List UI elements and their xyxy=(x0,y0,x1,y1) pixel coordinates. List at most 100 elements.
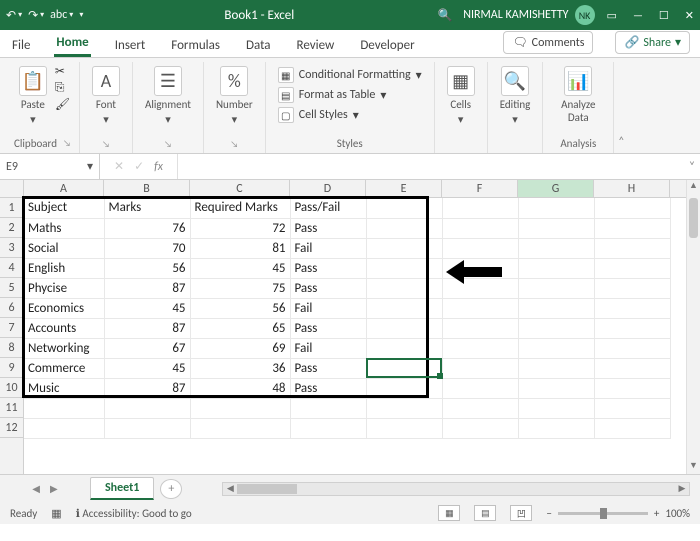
number-button[interactable]: %Number▾ xyxy=(212,64,257,128)
maximize-button[interactable]: ☐ xyxy=(659,9,669,22)
name-box[interactable]: E9▾ xyxy=(0,154,100,179)
cell[interactable] xyxy=(518,278,594,298)
analyze-data-button[interactable]: 📊Analyze Data xyxy=(551,64,605,126)
cell[interactable] xyxy=(594,358,670,378)
cell[interactable]: Accounts xyxy=(24,318,104,338)
cell[interactable] xyxy=(24,418,104,438)
cell[interactable] xyxy=(594,378,670,398)
enter-formula-icon[interactable]: ✓ xyxy=(134,159,144,174)
cell[interactable] xyxy=(518,258,594,278)
paste-button[interactable]: 📋Paste▾ xyxy=(15,64,51,128)
sheet-tab-active[interactable]: Sheet1 xyxy=(90,477,154,500)
cell[interactable] xyxy=(366,278,442,298)
cell[interactable]: Fail xyxy=(290,298,366,318)
cell[interactable]: Marks xyxy=(104,198,190,218)
cell[interactable]: English xyxy=(24,258,104,278)
row-header-2[interactable]: 2 xyxy=(0,218,23,238)
cell[interactable]: 56 xyxy=(104,258,190,278)
cell[interactable]: 56 xyxy=(190,298,290,318)
cell[interactable] xyxy=(442,198,518,218)
col-header-A[interactable]: A xyxy=(24,180,104,197)
cell[interactable]: Pass xyxy=(290,218,366,238)
cell[interactable] xyxy=(190,418,290,438)
sheet-nav[interactable]: ◀▶ xyxy=(0,482,90,495)
collapse-ribbon-icon[interactable]: ˄ xyxy=(614,62,628,153)
cell[interactable]: 48 xyxy=(190,378,290,398)
expand-formula-bar-icon[interactable]: ˅ xyxy=(684,160,700,174)
tab-file[interactable]: File xyxy=(10,38,32,57)
cell[interactable] xyxy=(518,398,594,418)
spreadsheet-grid[interactable]: ABCDEFGH 123456789101112 SubjectMarksReq… xyxy=(0,180,700,502)
cell[interactable] xyxy=(518,198,594,218)
accessibility-status[interactable]: ℹ Accessibility: Good to go xyxy=(76,507,192,520)
cell[interactable]: Pass xyxy=(290,318,366,338)
cell[interactable]: Commerce xyxy=(24,358,104,378)
cell[interactable] xyxy=(518,358,594,378)
cell[interactable]: 87 xyxy=(104,278,190,298)
cell[interactable] xyxy=(366,238,442,258)
share-button[interactable]: 🔗 Share ▾ xyxy=(615,31,690,54)
cell[interactable] xyxy=(594,198,670,218)
row-header-5[interactable]: 5 xyxy=(0,278,23,298)
cell[interactable] xyxy=(518,338,594,358)
col-header-C[interactable]: C xyxy=(190,180,290,197)
cells-button[interactable]: ▦Cells▾ xyxy=(443,64,479,128)
cell[interactable]: Subject xyxy=(24,198,104,218)
cell[interactable]: Phycise xyxy=(24,278,104,298)
cell[interactable] xyxy=(594,218,670,238)
cell[interactable]: 75 xyxy=(190,278,290,298)
col-header-F[interactable]: F xyxy=(442,180,518,197)
format-as-table-button[interactable]: ▤Format as Table ▾ xyxy=(278,86,422,104)
cell[interactable] xyxy=(442,238,518,258)
cell[interactable] xyxy=(442,358,518,378)
cell[interactable]: 45 xyxy=(104,358,190,378)
cell[interactable] xyxy=(594,338,670,358)
cell[interactable] xyxy=(442,338,518,358)
view-normal-button[interactable]: ▦ xyxy=(438,505,460,521)
zoom-out-button[interactable]: − xyxy=(546,507,551,520)
horizontal-scrollbar[interactable]: ◀▶ xyxy=(222,482,690,496)
row-header-11[interactable]: 11 xyxy=(0,398,23,418)
row-header-4[interactable]: 4 xyxy=(0,258,23,278)
cell[interactable] xyxy=(366,338,442,358)
cell[interactable]: 70 xyxy=(104,238,190,258)
cell[interactable] xyxy=(594,318,670,338)
ribbon-options-icon[interactable]: ▭ xyxy=(607,9,617,22)
zoom-in-button[interactable]: + xyxy=(654,507,659,520)
row-header-6[interactable]: 6 xyxy=(0,298,23,318)
tab-home[interactable]: Home xyxy=(54,35,90,57)
number-dialog-icon[interactable]: ↘ xyxy=(230,139,238,150)
cell[interactable] xyxy=(518,238,594,258)
cell[interactable] xyxy=(442,318,518,338)
conditional-formatting-button[interactable]: ▦Conditional Formatting ▾ xyxy=(278,66,422,84)
cell[interactable]: 65 xyxy=(190,318,290,338)
cell[interactable] xyxy=(290,398,366,418)
cell[interactable]: 76 xyxy=(104,218,190,238)
row-header-1[interactable]: 1 xyxy=(0,198,23,218)
cell[interactable] xyxy=(366,298,442,318)
close-button[interactable]: ✕ xyxy=(685,9,694,22)
cut-icon[interactable]: ✂ xyxy=(55,64,70,79)
cell[interactable] xyxy=(594,298,670,318)
fx-icon[interactable]: fx xyxy=(154,160,163,174)
col-header-G[interactable]: G xyxy=(518,180,594,197)
cell[interactable] xyxy=(518,378,594,398)
view-pagebreak-button[interactable]: 凹 xyxy=(510,505,532,521)
zoom-level[interactable]: 100% xyxy=(665,507,690,520)
col-header-D[interactable]: D xyxy=(290,180,366,197)
cell[interactable]: Pass/Fail xyxy=(290,198,366,218)
cell[interactable] xyxy=(442,298,518,318)
cell[interactable]: Required Marks xyxy=(190,198,290,218)
row-header-10[interactable]: 10 xyxy=(0,378,23,398)
row-header-7[interactable]: 7 xyxy=(0,318,23,338)
vertical-scrollbar[interactable]: ▲▼ xyxy=(686,180,700,474)
column-headers[interactable]: ABCDEFGH xyxy=(24,180,686,198)
copy-icon[interactable]: ⎘ xyxy=(55,81,70,95)
zoom-control[interactable]: − + 100% xyxy=(546,507,690,520)
cell[interactable] xyxy=(366,398,442,418)
tab-developer[interactable]: Developer xyxy=(358,38,416,57)
cancel-formula-icon[interactable]: ✕ xyxy=(114,159,124,174)
editing-button[interactable]: 🔍Editing▾ xyxy=(496,64,535,128)
cell[interactable] xyxy=(190,398,290,418)
cell[interactable]: Pass xyxy=(290,358,366,378)
